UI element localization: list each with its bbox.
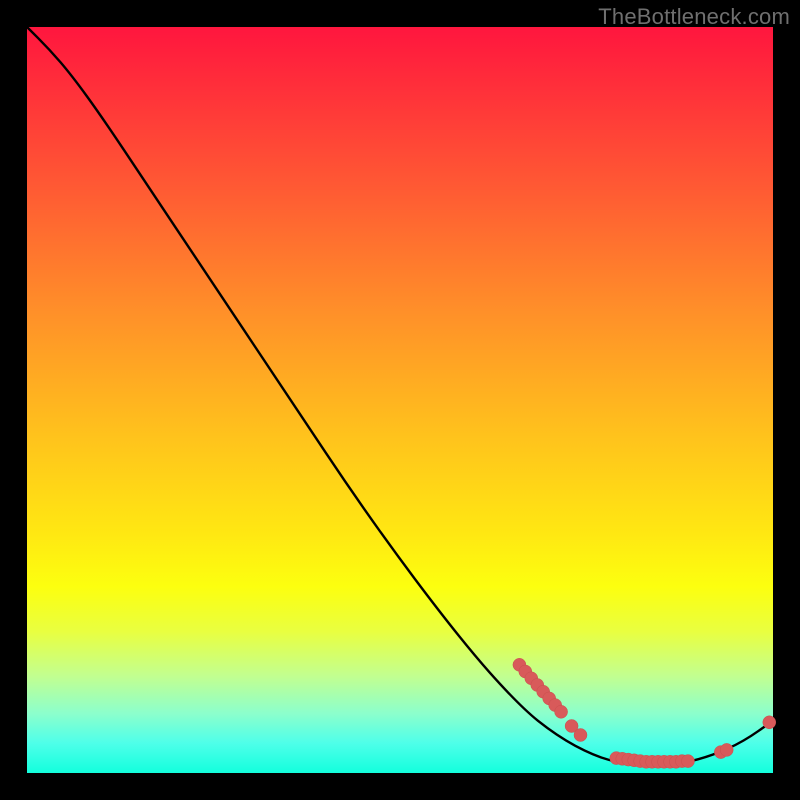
- curve-marker: [720, 743, 733, 756]
- plot-area: [27, 27, 773, 773]
- chart-frame: TheBottleneck.com: [0, 0, 800, 800]
- bottleneck-curve: [27, 27, 773, 765]
- curve-layer: [27, 27, 773, 773]
- watermark-text: TheBottleneck.com: [598, 4, 790, 30]
- curve-markers: [513, 658, 776, 768]
- curve-marker: [763, 716, 776, 729]
- curve-marker: [555, 705, 568, 718]
- curve-marker: [574, 729, 587, 742]
- curve-marker: [682, 755, 695, 768]
